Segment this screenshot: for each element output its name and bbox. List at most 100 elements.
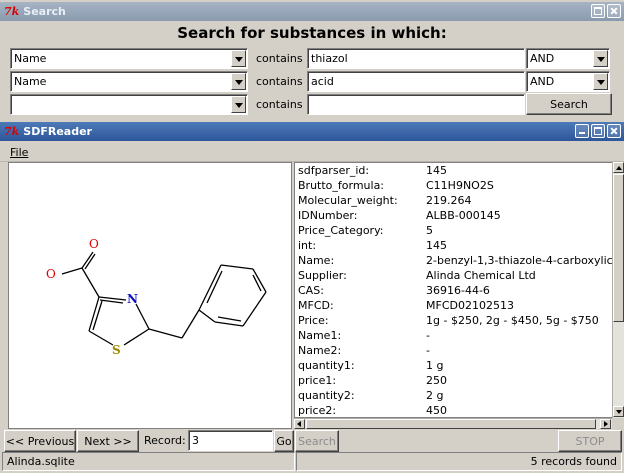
- property-row[interactable]: quantity2: 2 g: [298, 389, 612, 404]
- oxygen-atom-2: O: [46, 267, 56, 281]
- menubar: File: [0, 144, 624, 162]
- search-window-titlebar[interactable]: 7k Search: [0, 2, 624, 21]
- property-value: 145: [426, 164, 447, 177]
- tk-logo-icon: 7k: [4, 5, 20, 18]
- search-records-button[interactable]: Search: [295, 430, 339, 452]
- sdfreader-title: SDFReader: [23, 125, 92, 138]
- property-key: quantity2:: [298, 389, 355, 402]
- property-row[interactable]: Name: 2-benzyl-1,3-thiazole-4-carboxylic: [298, 254, 612, 269]
- menu-file[interactable]: File: [10, 146, 28, 159]
- property-row[interactable]: sdfparser_id: 145: [298, 164, 612, 179]
- property-value: 5: [426, 224, 433, 237]
- property-value: 450: [426, 404, 447, 417]
- vertical-scrollbar[interactable]: [612, 162, 624, 418]
- status-database: Alinda.sqlite: [2, 452, 295, 471]
- close-icon[interactable]: [607, 124, 621, 138]
- record-label: Record:: [144, 434, 186, 447]
- property-row[interactable]: Name1: -: [298, 329, 612, 344]
- search-value-input-2[interactable]: acid: [307, 71, 525, 92]
- search-value-input-3[interactable]: [307, 94, 525, 115]
- chevron-down-icon[interactable]: [593, 73, 608, 90]
- nitrogen-atom: N: [127, 292, 138, 306]
- property-key: price1:: [298, 374, 337, 387]
- chevron-down-icon[interactable]: [231, 73, 246, 90]
- property-row[interactable]: price1: 250: [298, 374, 612, 389]
- scroll-right-button[interactable]: [600, 419, 611, 429]
- horizontal-scrollbar[interactable]: [294, 418, 612, 429]
- property-key: CAS:: [298, 284, 324, 297]
- field-select-2[interactable]: Name: [10, 71, 248, 92]
- search-value-2-text: acid: [311, 75, 334, 88]
- logic-select-2[interactable]: AND: [526, 71, 610, 92]
- property-row[interactable]: quantity1: 1 g: [298, 359, 612, 374]
- property-row[interactable]: Price: 1g - $250, 2g - $450, 5g - $750: [298, 314, 612, 329]
- property-value: 250: [426, 374, 447, 387]
- property-row[interactable]: Price_Category: 5: [298, 224, 612, 239]
- property-value: -: [426, 329, 430, 342]
- properties-list[interactable]: sdfparser_id: 145 Brutto_formula: C11H9NO2S…: [294, 162, 612, 418]
- property-key: quantity1:: [298, 359, 355, 372]
- property-key: Brutto_formula:: [298, 179, 385, 192]
- chevron-down-icon[interactable]: [593, 50, 608, 67]
- search-button[interactable]: Search: [526, 93, 612, 115]
- chevron-down-icon[interactable]: [231, 50, 246, 67]
- property-value: 1 g: [426, 359, 444, 372]
- status-records-found: 5 records found: [296, 452, 622, 471]
- molecule-bonds: [61, 251, 267, 346]
- next-button[interactable]: Next >>: [77, 430, 139, 452]
- search-window-title: Search: [23, 5, 66, 18]
- maximize-icon[interactable]: [591, 124, 605, 138]
- search-value-input-1[interactable]: thiazol: [307, 48, 525, 69]
- property-row[interactable]: CAS: 36916-44-6: [298, 284, 612, 299]
- property-value: -: [426, 344, 430, 357]
- logic-select-1-value: AND: [530, 52, 555, 65]
- chevron-down-icon[interactable]: [231, 96, 246, 113]
- property-row[interactable]: Name2: -: [298, 344, 612, 359]
- property-row[interactable]: price2: 450: [298, 404, 612, 417]
- close-icon[interactable]: [607, 4, 621, 18]
- property-key: Price:: [298, 314, 329, 327]
- logic-select-2-value: AND: [530, 75, 555, 88]
- minimize-icon[interactable]: [575, 124, 589, 138]
- property-key: Name2:: [298, 344, 342, 357]
- go-button[interactable]: Go: [274, 430, 294, 452]
- property-value: Alinda Chemical Ltd: [426, 269, 536, 282]
- tk-logo-icon: 7k: [4, 125, 20, 138]
- stop-button[interactable]: STOP: [558, 430, 622, 452]
- property-value: 36916-44-6: [426, 284, 490, 297]
- scroll-down-button[interactable]: [613, 406, 624, 417]
- property-key: price2:: [298, 404, 337, 417]
- property-key: Molecular_weight:: [298, 194, 398, 207]
- scroll-thumb[interactable]: [613, 174, 624, 322]
- property-value: 2 g: [426, 389, 444, 402]
- property-key: IDNumber:: [298, 209, 358, 222]
- property-value: 2-benzyl-1,3-thiazole-4-carboxylic: [426, 254, 612, 267]
- field-select-1[interactable]: Name: [10, 48, 248, 69]
- property-key: int:: [298, 239, 317, 252]
- property-value: MFCD02102513: [426, 299, 514, 312]
- property-key: sdfparser_id:: [298, 164, 370, 177]
- property-key: Name1:: [298, 329, 342, 342]
- logic-select-1[interactable]: AND: [526, 48, 610, 69]
- property-value: 1g - $250, 2g - $450, 5g - $750: [426, 314, 599, 327]
- maximize-icon[interactable]: [591, 4, 605, 18]
- property-key: Name:: [298, 254, 335, 267]
- previous-button[interactable]: << Previous: [4, 430, 76, 452]
- property-row[interactable]: Supplier: Alinda Chemical Ltd: [298, 269, 612, 284]
- contains-label-3: contains: [256, 98, 303, 111]
- hscroll-thumb[interactable]: [306, 419, 596, 429]
- property-key: Price_Category:: [298, 224, 384, 237]
- property-row[interactable]: MFCD: MFCD02102513: [298, 299, 612, 314]
- field-select-3[interactable]: [10, 94, 248, 115]
- property-row[interactable]: Molecular_weight: 219.264: [298, 194, 612, 209]
- property-value: 219.264: [426, 194, 472, 207]
- record-input[interactable]: 3: [188, 430, 273, 451]
- scroll-up-button[interactable]: [613, 162, 624, 173]
- property-row[interactable]: Brutto_formula: C11H9NO2S: [298, 179, 612, 194]
- sdfreader-titlebar[interactable]: 7k SDFReader: [0, 122, 624, 141]
- property-value: 145: [426, 239, 447, 252]
- property-row[interactable]: int: 145: [298, 239, 612, 254]
- search-heading: Search for substances in which:: [177, 24, 447, 42]
- property-row[interactable]: IDNumber: ALBB-000145: [298, 209, 612, 224]
- scroll-left-button[interactable]: [294, 419, 305, 429]
